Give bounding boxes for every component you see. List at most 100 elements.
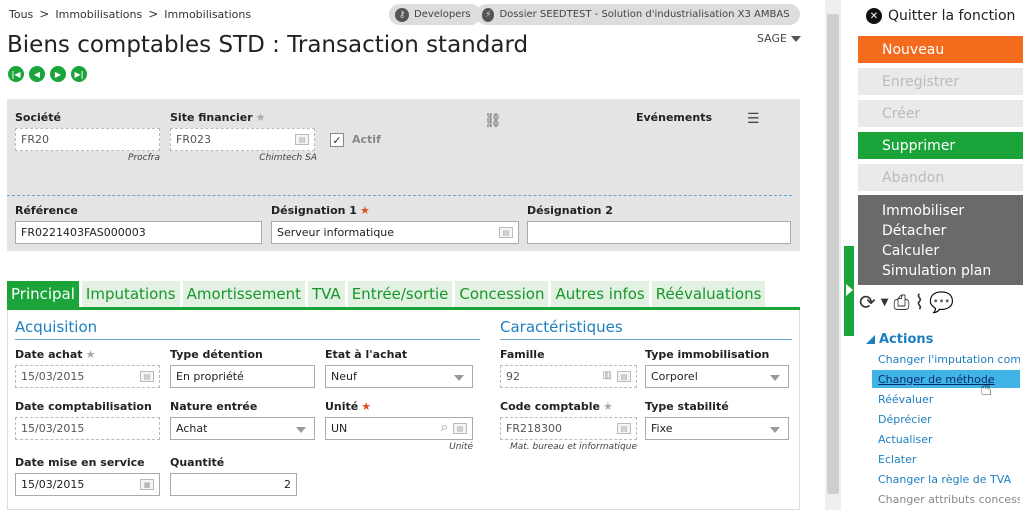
scrollbar-thumb[interactable] (827, 14, 839, 494)
simulation-plan-button[interactable]: Simulation plan (882, 261, 1023, 281)
reference-value: FR0221403FAS000003 (21, 226, 146, 239)
next-record-icon[interactable]: ▶ (50, 66, 66, 82)
tab-concession[interactable]: Concession (455, 281, 549, 307)
designation2-label: Désignation 2 (527, 204, 613, 217)
calendar-icon[interactable]: ▤ (140, 371, 154, 382)
lookup-icon[interactable]: ▤ (295, 134, 309, 145)
calculer-button[interactable]: Calculer (882, 241, 1023, 261)
code-comptable-value: FR218300 (506, 422, 562, 435)
date-achat-label-text: Date achat (15, 348, 83, 361)
dossier-label: Dossier SEEDTEST - Solution d'industrial… (499, 9, 790, 20)
tab-autres-infos[interactable]: Autres infos (551, 281, 649, 307)
developers-pill[interactable]: ⚷ Developers (389, 4, 481, 25)
date-compta-field[interactable]: 15/03/2015 (15, 417, 160, 440)
previous-record-icon[interactable]: ◀ (29, 66, 45, 82)
close-icon: ✕ (866, 8, 882, 24)
hand-cursor-icon: ☝ (980, 376, 993, 400)
actif-checkbox[interactable]: ✓ (330, 133, 344, 147)
creer-button[interactable]: Créer (858, 100, 1023, 127)
print-icon[interactable]: ⎙ (893, 290, 909, 314)
tab-entree-sortie[interactable]: Entrée/sortie (347, 281, 453, 307)
action-actualiser[interactable]: Actualiser (872, 430, 1020, 448)
chevron-down-icon (770, 375, 780, 381)
dossier-pill[interactable]: ⚡ Dossier SEEDTEST - Solution d'industri… (476, 4, 800, 25)
comment-icon[interactable]: 💬 (929, 290, 954, 314)
famille-field[interactable]: 92 ▤ ▥ (500, 365, 637, 388)
action-changer-imputation[interactable]: Changer l'imputation com... (872, 350, 1020, 368)
date-mes-field[interactable]: 15/03/2015 ▦ (15, 473, 160, 496)
first-record-icon[interactable]: |◀ (8, 66, 24, 82)
action-reevaluer[interactable]: Réévaluer (872, 390, 1020, 408)
tab-principal[interactable]: Principal (7, 281, 79, 307)
site-label-text: Site financier (170, 111, 253, 124)
action-eclater[interactable]: Eclater (872, 450, 1020, 468)
nature-entree-label: Nature entrée (170, 400, 258, 413)
optional-star-icon: ★ (255, 111, 266, 124)
date-achat-field[interactable]: 15/03/2015 ▤ (15, 365, 160, 388)
tab-imputations[interactable]: Imputations (81, 281, 180, 307)
abandon-button[interactable]: Abandon (858, 164, 1023, 191)
lookup-icon[interactable]: ▤ (453, 423, 467, 434)
site-sub: Chimtech SA (259, 153, 317, 163)
type-immo-label: Type immobilisation (645, 348, 770, 361)
tab-amortissement[interactable]: Amortissement (182, 281, 305, 307)
caracteristiques-title: Caractéristiques (500, 318, 623, 336)
actions-header[interactable]: Actions (866, 332, 933, 347)
search-icon[interactable]: ⌕ (441, 420, 448, 435)
nature-entree-select[interactable]: Achat (170, 417, 315, 440)
refresh-icon[interactable]: ⟳ (859, 290, 876, 314)
societe-field[interactable]: FR20 (15, 128, 160, 151)
supprimer-button[interactable]: Supprimer (858, 132, 1023, 159)
optional-star-icon: ★ (85, 348, 96, 361)
breadcrumb-immobilisations-2[interactable]: Immobilisations (164, 8, 251, 21)
calendar-icon[interactable]: ▦ (140, 479, 154, 490)
link-icon[interactable]: ⛓ (484, 113, 502, 129)
detacher-button[interactable]: Détacher (882, 221, 1023, 241)
enregistrer-button[interactable]: Enregistrer (858, 68, 1023, 95)
type-detention-field[interactable]: En propriété (170, 365, 315, 388)
quantite-label: Quantité (170, 456, 225, 469)
date-achat-label: Date achat ★ (15, 348, 95, 361)
sage-menu[interactable]: SAGE (757, 32, 801, 45)
designation2-field[interactable] (527, 221, 791, 244)
action-changer-attributs[interactable]: Changer attributs concessi... (872, 490, 1020, 508)
tab-tva[interactable]: TVA (307, 281, 345, 307)
quit-function-button[interactable]: ✕ Quitter la fonction (866, 8, 1015, 24)
quantite-field[interactable]: 2 (170, 473, 297, 496)
last-record-icon[interactable]: ▶| (71, 66, 87, 82)
caracteristiques-divider (500, 339, 792, 340)
breadcrumb-tous[interactable]: Tous (9, 8, 33, 21)
breadcrumb-immobilisations-1[interactable]: Immobilisations (55, 8, 142, 21)
etat-select[interactable]: Neuf (325, 365, 473, 388)
list-icon[interactable]: ☰ (747, 111, 760, 127)
code-comptable-sub: Mat. bureau et informatique (509, 442, 637, 452)
chevron-right-icon[interactable] (846, 284, 853, 296)
action-deprecier[interactable]: Déprécier (872, 410, 1020, 428)
designation1-value: Serveur informatique (277, 226, 395, 239)
action-changer-regle-tva[interactable]: Changer la règle de TVA (872, 470, 1020, 488)
unite-field[interactable]: UN ⌕ ▤ (325, 417, 473, 440)
reference-label: Référence (15, 204, 78, 217)
document-icon[interactable]: ▥ (603, 370, 612, 381)
action-changer-methode[interactable]: Changer de méthode (872, 370, 1020, 388)
chevron-down-icon[interactable]: ▼ (881, 297, 889, 308)
nouveau-button[interactable]: Nouveau (858, 36, 1023, 63)
record-navigation: |◀ ◀ ▶ ▶| (8, 66, 87, 82)
tab-reevaluations[interactable]: Réévaluations (651, 281, 766, 307)
text-editor-icon[interactable]: ▤ (499, 227, 513, 238)
etat-value: Neuf (331, 370, 357, 383)
immobiliser-button[interactable]: Immobiliser (882, 201, 1023, 221)
site-field[interactable]: FR023 ▤ (170, 128, 315, 151)
actions-title: Actions (879, 332, 934, 347)
lookup-icon[interactable]: ▤ (617, 423, 631, 434)
code-comptable-label: Code comptable ★ (500, 400, 613, 413)
attachment-icon[interactable]: ⌇ (914, 290, 924, 314)
page-title: Biens comptables STD : Transaction stand… (7, 32, 529, 58)
designation1-field[interactable]: Serveur informatique ▤ (271, 221, 519, 244)
type-immo-select[interactable]: Corporel (645, 365, 789, 388)
reference-field[interactable]: FR0221403FAS000003 (15, 221, 262, 244)
code-comptable-field[interactable]: FR218300 ▤ (500, 417, 637, 440)
type-stabilite-select[interactable]: Fixe (645, 417, 789, 440)
designation1-label: Désignation 1 ★ (271, 204, 370, 217)
lookup-icon[interactable]: ▤ (617, 371, 631, 382)
